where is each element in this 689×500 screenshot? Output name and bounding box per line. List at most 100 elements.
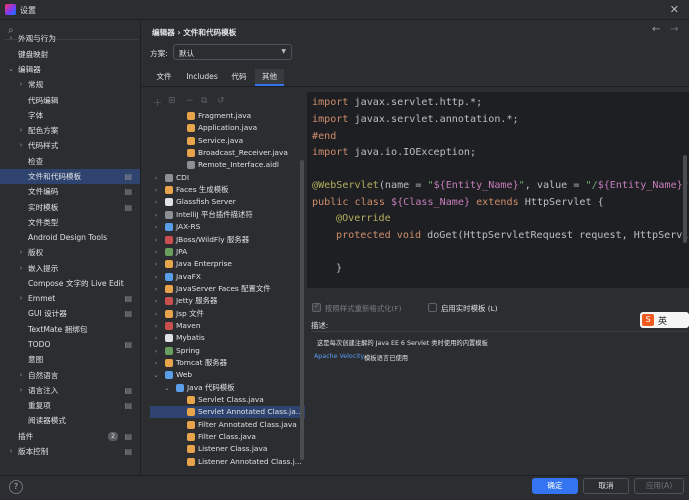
sidebar-item[interactable]: Compose 文字的 Live Edit <box>0 276 140 291</box>
sidebar-item[interactable]: › 外观与行为 <box>0 31 140 46</box>
chevron-right-icon[interactable]: › <box>152 308 160 320</box>
chevron-down-icon[interactable]: ⌄ <box>6 62 16 77</box>
template-item[interactable]: Servlet Class.java <box>150 394 305 406</box>
sidebar-item[interactable]: 意图 <box>0 352 140 367</box>
remove-icon[interactable]: − <box>186 96 194 106</box>
template-item[interactable]: Fragment.java <box>150 110 305 122</box>
sidebar-item[interactable]: 字体 <box>0 108 140 123</box>
template-item[interactable]: › JAX-RS <box>150 221 305 233</box>
sidebar-item[interactable]: 检查 <box>0 154 140 169</box>
editor-scrollbar[interactable] <box>683 155 687 243</box>
template-item[interactable]: Filter Class.java <box>150 431 305 443</box>
template-item[interactable]: Filter Annotated Class.java <box>150 419 305 431</box>
chevron-right-icon[interactable]: › <box>16 383 26 398</box>
chevron-right-icon[interactable]: › <box>152 357 160 369</box>
sidebar-item[interactable]: › 语言注入 ▤ <box>0 383 140 398</box>
chevron-right-icon[interactable]: › <box>152 209 160 221</box>
chevron-right-icon[interactable]: › <box>16 123 26 138</box>
copy-icon[interactable]: ⧉ <box>201 96 207 106</box>
template-item[interactable]: › Jsp 文件 <box>150 308 305 320</box>
chevron-right-icon[interactable]: › <box>152 172 160 184</box>
sidebar-item[interactable]: › 嵌入提示 <box>0 261 140 276</box>
apply-button[interactable]: 应用(A) <box>634 478 684 494</box>
chevron-right-icon[interactable]: › <box>152 221 160 233</box>
sidebar-item[interactable]: › 常规 <box>0 77 140 92</box>
sidebar-item[interactable]: 代码编辑 <box>0 93 140 108</box>
template-item[interactable]: Listener Annotated Class.j... <box>150 456 305 468</box>
chevron-right-icon[interactable]: › <box>152 295 160 307</box>
chevron-right-icon[interactable]: › <box>16 77 26 92</box>
chevron-right-icon[interactable]: › <box>152 234 160 246</box>
template-item[interactable]: › JBoss/WildFly 服务器 <box>150 234 305 246</box>
chevron-right-icon[interactable]: › <box>152 320 160 332</box>
velocity-link[interactable]: Apache Velocity <box>314 353 364 360</box>
template-item[interactable]: › Glassfish Server <box>150 196 305 208</box>
cancel-button[interactable]: 取消 <box>583 478 629 494</box>
sidebar-item[interactable]: › Emmet ▤ <box>0 291 140 306</box>
template-item[interactable]: › Jetty 服务器 <box>150 295 305 307</box>
sidebar-item[interactable]: Android Design Tools <box>0 230 140 245</box>
live-template-checkbox[interactable] <box>428 303 437 312</box>
template-item[interactable]: › Java Enterprise <box>150 258 305 270</box>
sidebar-item[interactable]: ⌄ 编辑器 <box>0 62 140 77</box>
tab-code[interactable]: 代码 <box>226 69 252 86</box>
template-item[interactable]: › Spring <box>150 345 305 357</box>
tab-files[interactable]: 文件 <box>150 69 178 86</box>
template-item[interactable]: Application.java <box>150 122 305 134</box>
chevron-right-icon[interactable]: › <box>16 245 26 260</box>
add-icon[interactable]: ＋ <box>153 96 162 109</box>
scheme-select[interactable]: 默认 ▼ <box>173 44 292 60</box>
template-item[interactable]: › JPA <box>150 246 305 258</box>
template-item[interactable]: › Faces 生成模板 <box>150 184 305 196</box>
template-item[interactable]: ⌄ Web <box>150 369 305 381</box>
sidebar-item[interactable]: › 自然语言 <box>0 368 140 383</box>
sidebar-item[interactable]: 插件 ▤ 2 <box>0 429 140 444</box>
sidebar-item[interactable]: › 代码样式 <box>0 138 140 153</box>
template-item[interactable]: › IntelliJ 平台插件描述符 <box>150 209 305 221</box>
chevron-right-icon[interactable]: › <box>16 291 26 306</box>
sidebar-item[interactable]: › 版本控制 ▤ <box>0 444 140 459</box>
template-list-scrollbar[interactable] <box>300 160 304 460</box>
template-item[interactable]: Service.java <box>150 135 305 147</box>
sidebar-item[interactable]: 实时模板 ▤ <box>0 200 140 215</box>
sidebar-item[interactable]: › 版权 <box>0 245 140 260</box>
sidebar-item[interactable]: GUI 设计器 ▤ <box>0 306 140 321</box>
template-item[interactable]: Listener Class.java <box>150 443 305 455</box>
ime-toolbar[interactable]: S 英 <box>640 312 689 328</box>
back-arrow-icon[interactable]: ← <box>652 24 660 35</box>
template-code-editor[interactable]: import javax.servlet.http.*; import java… <box>307 92 689 288</box>
sidebar-item[interactable]: 阅读器模式 <box>0 413 140 428</box>
sidebar-item[interactable]: 文件类型 <box>0 215 140 230</box>
chevron-right-icon[interactable]: › <box>6 31 16 46</box>
sidebar-item[interactable]: 文件和代码模板 ▤ <box>0 169 140 184</box>
ok-button[interactable]: 确定 <box>532 478 578 494</box>
forward-arrow-icon[interactable]: → <box>670 24 678 35</box>
chevron-right-icon[interactable]: › <box>16 138 26 153</box>
chevron-right-icon[interactable]: › <box>152 246 160 258</box>
chevron-right-icon[interactable]: › <box>6 444 16 459</box>
chevron-right-icon[interactable]: › <box>152 271 160 283</box>
close-icon[interactable]: ✕ <box>670 3 679 16</box>
chevron-right-icon[interactable]: › <box>152 345 160 357</box>
template-item[interactable]: › JavaFX <box>150 271 305 283</box>
template-item[interactable]: Broadcast_Receiver.java <box>150 147 305 159</box>
template-item[interactable]: › Mybatis <box>150 332 305 344</box>
template-item[interactable]: › CDI <box>150 172 305 184</box>
reset-icon[interactable]: ↺ <box>217 96 225 106</box>
sidebar-item[interactable]: 文件编码 ▤ <box>0 184 140 199</box>
reformat-checkbox[interactable]: ✓ <box>312 302 321 312</box>
chevron-right-icon[interactable]: › <box>16 368 26 383</box>
template-item[interactable]: › Tomcat 服务器 <box>150 357 305 369</box>
template-item[interactable]: ⌄ Java 代码模板 <box>150 382 305 394</box>
chevron-right-icon[interactable]: › <box>152 332 160 344</box>
chevron-right-icon[interactable]: › <box>152 283 160 295</box>
chevron-right-icon[interactable]: › <box>152 196 160 208</box>
add-child-icon[interactable]: ⊞ <box>168 96 176 106</box>
help-icon[interactable]: ? <box>9 480 23 494</box>
chevron-down-icon[interactable]: ⌄ <box>152 369 160 381</box>
template-item[interactable]: Remote_Interface.aidl <box>150 159 305 171</box>
tab-other[interactable]: 其他 <box>255 69 284 86</box>
template-item[interactable]: Servlet Annotated Class.ja... <box>150 406 305 419</box>
chevron-right-icon[interactable]: › <box>16 261 26 276</box>
tab-includes[interactable]: Includes <box>182 69 222 86</box>
